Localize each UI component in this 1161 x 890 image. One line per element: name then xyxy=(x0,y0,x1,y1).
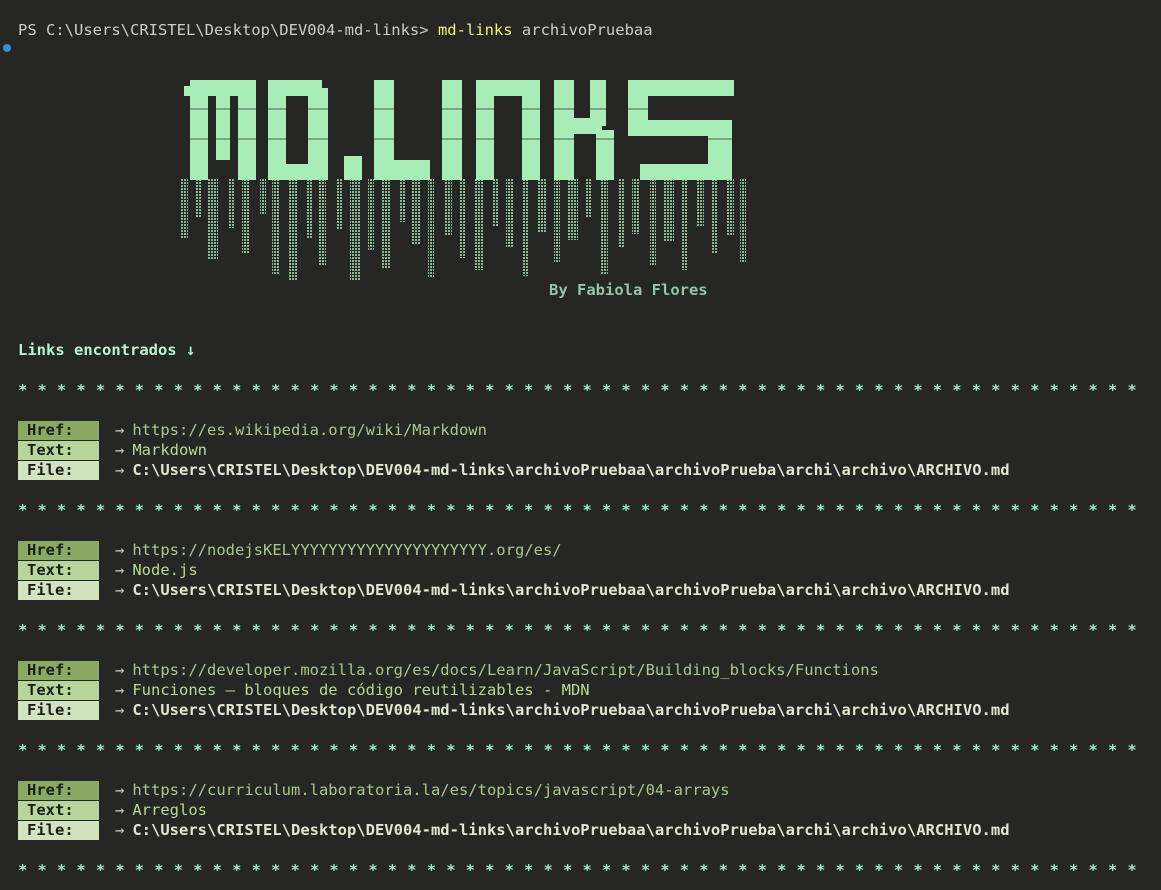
separator: * * * * * * * * * * * * * * * * * * * * … xyxy=(18,501,1138,519)
href-label: Href: xyxy=(18,661,99,680)
arrow-icon: → xyxy=(115,421,125,439)
link-text: Markdown xyxy=(132,441,207,459)
link-text-row: Text: → Arreglos xyxy=(18,800,207,820)
href-label: Href: xyxy=(18,781,99,800)
text-label: Text: xyxy=(18,441,99,460)
file-label: File: xyxy=(18,821,99,840)
link-href-row: Href: → https://curriculum.laboratoria.la/… xyxy=(18,780,730,800)
arrow-icon: → xyxy=(115,561,125,579)
link-href-row: Href: → https://nodejsKELYYYYYYYYYYYYYYYYY… xyxy=(18,540,562,560)
link-file: C:\Users\CRISTEL\Desktop\DEV004-md-links… xyxy=(132,581,1010,599)
prompt-path: PS C:\Users\CRISTEL\Desktop\DEV004-md-li… xyxy=(18,21,438,39)
command-decoration-dot-icon[interactable] xyxy=(3,44,11,52)
arrow-icon: → xyxy=(115,581,125,599)
href-label: Href: xyxy=(18,421,99,440)
link-file-row: File: → C:\Users\CRISTEL\Desktop\DEV004-md… xyxy=(18,580,1010,600)
arrow-icon: → xyxy=(115,541,125,559)
link-text-row: Text: → Node.js xyxy=(18,560,198,580)
arrow-icon: → xyxy=(115,821,125,839)
link-text: Node.js xyxy=(132,561,198,579)
link-href-row: Href: → https://developer.mozilla.org/es/d… xyxy=(18,660,879,680)
terminal-prompt-line: PS C:\Users\CRISTEL\Desktop\DEV004-md-li… xyxy=(18,20,653,40)
results-heading: Links encontrados ↓ xyxy=(18,341,196,359)
arrow-icon: → xyxy=(115,681,125,699)
author-credit: By Fabiola Flores xyxy=(549,281,708,299)
text-label: Text: xyxy=(18,681,99,700)
separator: * * * * * * * * * * * * * * * * * * * * … xyxy=(18,741,1138,759)
md-links-logo-graphic xyxy=(180,80,790,286)
file-label: File: xyxy=(18,581,99,600)
link-href: https://curriculum.laboratoria.la/es/top… xyxy=(132,781,730,799)
link-file: C:\Users\CRISTEL\Desktop\DEV004-md-links… xyxy=(132,461,1010,479)
separator: * * * * * * * * * * * * * * * * * * * * … xyxy=(18,381,1138,399)
link-href: https://es.wikipedia.org/wiki/Markdown xyxy=(132,421,487,439)
file-label: File: xyxy=(18,461,99,480)
logo-letters xyxy=(184,80,734,180)
link-text-row: Text: → Markdown xyxy=(18,440,207,460)
separator: * * * * * * * * * * * * * * * * * * * * … xyxy=(18,621,1138,639)
link-href: https://nodejsKELYYYYYYYYYYYYYYYYYYYYY.o… xyxy=(132,541,562,559)
link-text: Funciones — bloques de código reutilizab… xyxy=(132,681,590,699)
link-file: C:\Users\CRISTEL\Desktop\DEV004-md-links… xyxy=(132,821,1010,839)
file-label: File: xyxy=(18,701,99,720)
link-text: Arreglos xyxy=(132,801,207,819)
link-file-row: File: → C:\Users\CRISTEL\Desktop\DEV004-md… xyxy=(18,820,1010,840)
link-href: https://developer.mozilla.org/es/docs/Le… xyxy=(132,661,879,679)
arrow-icon: → xyxy=(115,461,125,479)
link-text-row: Text: → Funciones — bloques de código reut… xyxy=(18,680,590,700)
href-label: Href: xyxy=(18,541,99,560)
arrow-icon: → xyxy=(115,701,125,719)
arrow-icon: → xyxy=(115,781,125,799)
command-name: md-links xyxy=(437,21,513,39)
md-links-logo xyxy=(160,68,790,286)
arrow-icon: → xyxy=(115,801,125,819)
arrow-icon: → xyxy=(115,661,125,679)
link-file-row: File: → C:\Users\CRISTEL\Desktop\DEV004-md… xyxy=(18,700,1010,720)
text-label: Text: xyxy=(18,561,99,580)
link-href-row: Href: → https://es.wikipedia.org/wiki/Mark… xyxy=(18,420,487,440)
command-argument: archivoPruebaa xyxy=(512,21,653,39)
link-file: C:\Users\CRISTEL\Desktop\DEV004-md-links… xyxy=(132,701,1010,719)
arrow-icon: → xyxy=(115,441,125,459)
link-file-row: File: → C:\Users\CRISTEL\Desktop\DEV004-md… xyxy=(18,460,1010,480)
separator: * * * * * * * * * * * * * * * * * * * * … xyxy=(18,861,1138,879)
text-label: Text: xyxy=(18,801,99,820)
